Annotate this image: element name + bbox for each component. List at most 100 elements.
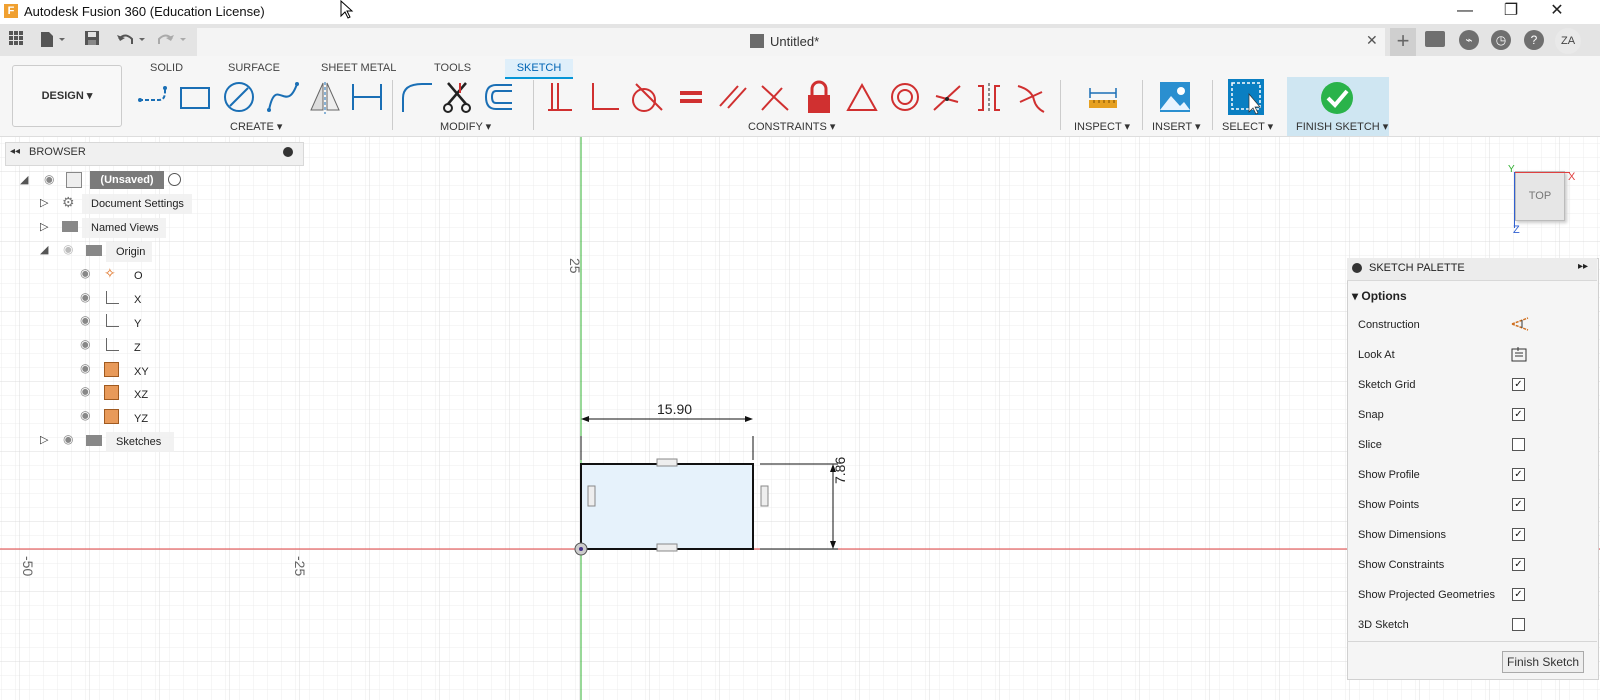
offset-tool-icon[interactable] — [480, 80, 514, 114]
expand-arrow-icon[interactable]: ▷ — [40, 220, 48, 233]
tab-tools[interactable]: TOOLS — [434, 59, 471, 77]
inspect-menu[interactable]: INSPECT ▾ — [1074, 120, 1130, 133]
fix-lock-icon[interactable] — [802, 80, 836, 114]
user-avatar[interactable]: ZA — [1555, 28, 1581, 54]
visibility-eye-icon[interactable]: ◉ — [80, 290, 90, 304]
constraints-menu[interactable]: CONSTRAINTS ▾ — [748, 120, 835, 133]
insert-image-icon[interactable] — [1158, 80, 1192, 114]
show-constraints-checkbox[interactable]: ✓ — [1512, 558, 1525, 571]
finish-sketch-button[interactable]: Finish Sketch — [1502, 651, 1584, 673]
tab-surface[interactable]: SURFACE — [228, 59, 280, 77]
palette-options-icon[interactable] — [1352, 263, 1362, 273]
show-projected-geometries-checkbox[interactable]: ✓ — [1512, 588, 1525, 601]
midpoint-triangle-icon[interactable] — [845, 80, 879, 114]
line-tool-icon[interactable] — [136, 80, 170, 114]
new-tab-button[interactable]: + — [1390, 28, 1416, 56]
perpendicular-constraint-icon[interactable] — [758, 80, 792, 114]
redo-icon[interactable] — [156, 30, 190, 50]
show-profile-checkbox[interactable]: ✓ — [1512, 468, 1525, 481]
sketch-grid-checkbox[interactable]: ✓ — [1512, 378, 1525, 391]
select-window-icon[interactable] — [1227, 78, 1265, 116]
collapse-arrow-icon[interactable]: ◢ — [20, 173, 28, 186]
select-menu[interactable]: SELECT ▾ — [1222, 120, 1273, 133]
width-dimension-value[interactable]: 15.90 — [657, 401, 692, 417]
yz-plane-label[interactable]: YZ — [134, 413, 148, 425]
visibility-eye-icon[interactable]: ◉ — [80, 408, 90, 422]
construction-toggle-icon[interactable] — [1510, 316, 1530, 332]
restore-button[interactable]: ❐ — [1488, 0, 1534, 24]
coincident-constraint-icon[interactable] — [588, 80, 622, 114]
expand-palette-icon[interactable]: ▸▸ — [1578, 261, 1588, 272]
symmetry-constraint-icon[interactable] — [972, 80, 1006, 114]
activate-radio-icon[interactable] — [168, 173, 181, 186]
curvature-constraint-icon[interactable] — [1014, 80, 1048, 114]
document-tab-close-icon[interactable]: ✕ — [1366, 32, 1378, 49]
options-section-header[interactable]: ▾ Options — [1352, 289, 1407, 303]
minimize-button[interactable]: — — [1442, 0, 1488, 24]
community-icon[interactable]: ⌁ — [1459, 30, 1479, 50]
rectangle-tool-icon[interactable] — [178, 80, 212, 114]
collapse-browser-icon[interactable]: ◂◂ — [10, 146, 20, 157]
sketches-label: Sketches — [116, 436, 162, 448]
parallel-constraint-icon[interactable] — [716, 80, 750, 114]
job-status-clock-icon[interactable]: ◷ — [1491, 30, 1511, 50]
undo-icon[interactable] — [115, 30, 149, 50]
z-axis-label[interactable]: Z — [134, 342, 141, 354]
file-menu-icon[interactable] — [38, 30, 65, 50]
save-icon[interactable] — [82, 30, 102, 50]
tab-solid[interactable]: SOLID — [150, 59, 183, 77]
show-dimensions-checkbox[interactable]: ✓ — [1512, 528, 1525, 541]
visibility-eye-icon[interactable]: ◉ — [80, 313, 90, 327]
toolbar-separator — [1060, 80, 1061, 130]
equal-constraint-icon[interactable] — [674, 80, 708, 114]
data-panel-grid-icon[interactable] — [6, 30, 26, 50]
visibility-eye-icon[interactable]: ◉ — [44, 172, 54, 186]
finish-sketch-menu[interactable]: FINISH SKETCH ▾ — [1296, 120, 1388, 133]
snap-checkbox[interactable]: ✓ — [1512, 408, 1525, 421]
insert-menu[interactable]: INSERT ▾ — [1152, 120, 1201, 133]
height-dimension-value[interactable]: 7.86 — [832, 457, 848, 484]
concentric-constraint-icon[interactable] — [888, 80, 922, 114]
origin-point-label[interactable]: O — [134, 270, 143, 282]
x-axis-label[interactable]: X — [134, 294, 141, 306]
create-menu[interactable]: CREATE ▾ — [230, 120, 282, 133]
finish-sketch-checkmark-icon[interactable] — [1320, 81, 1354, 115]
browser-options-icon[interactable] — [283, 147, 293, 157]
slice-checkbox[interactable] — [1512, 438, 1525, 451]
view-cube[interactable]: TOP — [1515, 171, 1565, 221]
plane-icon — [104, 385, 119, 400]
show-points-checkbox[interactable]: ✓ — [1512, 498, 1525, 511]
notifications-icon[interactable] — [1425, 31, 1445, 47]
hidden-eye-icon[interactable]: ◉ — [63, 242, 73, 256]
look-at-icon[interactable] — [1510, 346, 1528, 362]
xz-plane-label[interactable]: XZ — [134, 389, 148, 401]
trim-scissors-icon[interactable] — [440, 80, 474, 114]
workspace-switcher-button[interactable]: DESIGN ▾ — [12, 65, 122, 127]
3d-sketch-checkbox[interactable] — [1512, 618, 1525, 631]
close-button[interactable]: ✕ — [1534, 0, 1580, 24]
tangent-constraint-icon[interactable] — [630, 80, 664, 114]
circle-tool-icon[interactable] — [222, 80, 256, 114]
tab-sheet-metal[interactable]: SHEET METAL — [321, 59, 396, 77]
fillet-tool-icon[interactable] — [400, 80, 434, 114]
modify-menu[interactable]: MODIFY ▾ — [440, 120, 491, 133]
collinear-constraint-icon[interactable] — [930, 80, 964, 114]
visibility-eye-icon[interactable]: ◉ — [80, 361, 90, 375]
mirror-tool-icon[interactable] — [308, 80, 342, 114]
visibility-eye-icon[interactable]: ◉ — [63, 432, 73, 446]
visibility-eye-icon[interactable]: ◉ — [80, 384, 90, 398]
visibility-eye-icon[interactable]: ◉ — [80, 266, 90, 280]
visibility-eye-icon[interactable]: ◉ — [80, 337, 90, 351]
root-component-label[interactable]: (Unsaved) — [90, 171, 164, 189]
collapse-arrow-icon[interactable]: ◢ — [40, 243, 48, 256]
expand-arrow-icon[interactable]: ▷ — [40, 433, 48, 446]
spline-tool-icon[interactable] — [266, 80, 300, 114]
measure-ruler-icon[interactable] — [1086, 80, 1120, 114]
help-icon[interactable]: ? — [1524, 30, 1544, 50]
tab-sketch[interactable]: SKETCH — [505, 59, 573, 79]
expand-arrow-icon[interactable]: ▷ — [40, 196, 48, 209]
xy-plane-label[interactable]: XY — [134, 366, 149, 378]
horizontal-vertical-constraint-icon[interactable] — [544, 80, 578, 114]
y-axis-label[interactable]: Y — [134, 318, 141, 330]
sketch-dimension-icon[interactable] — [350, 80, 384, 114]
